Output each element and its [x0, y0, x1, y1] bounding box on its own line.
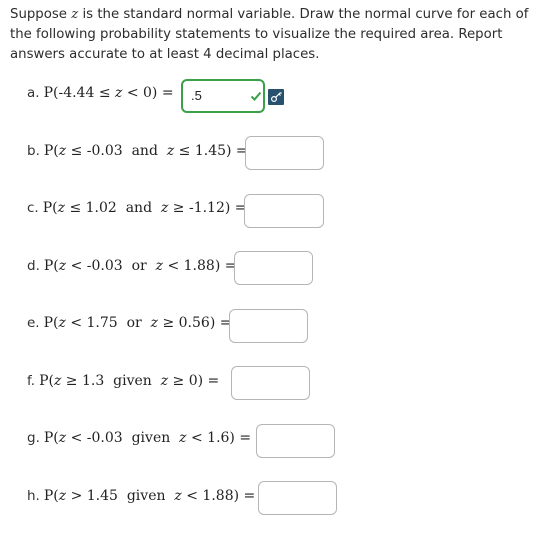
answer-input-h[interactable]: [258, 481, 337, 515]
question-expression: P(z ≤ 1.02 and z ≥ -1.12) =: [42, 200, 247, 216]
question-expression: P(z < 1.75 or z ≥ 0.56) =: [43, 315, 232, 331]
answer-input-e[interactable]: [229, 309, 308, 343]
question-expression: P(z < -0.03 or z < 1.88) =: [43, 258, 237, 274]
answer-input-d[interactable]: [234, 251, 313, 285]
question-d: d. P(z < -0.03 or z < 1.88) =: [27, 258, 237, 274]
question-expression: P(z < -0.03 given z < 1.6) =: [43, 430, 252, 446]
question-letter: a.: [27, 85, 40, 101]
question-expression: P(z ≥ 1.3 given z ≥ 0) =: [39, 373, 220, 389]
question-f: f. P(z ≥ 1.3 given z ≥ 0) =: [27, 373, 220, 389]
check-icon: [250, 91, 262, 101]
question-expression: P(-4.44 ≤ z < 0) =: [43, 85, 174, 101]
question-expression: P(z ≤ -0.03 and z ≤ 1.45) =: [43, 143, 248, 159]
answer-input-f[interactable]: [231, 366, 310, 400]
instructions: Suppose z is the standard normal variabl…: [10, 7, 529, 62]
question-e: e. P(z < 1.75 or z ≥ 0.56) =: [27, 315, 232, 331]
key-icon[interactable]: [268, 89, 284, 105]
answer-input-b[interactable]: [245, 136, 324, 170]
question-g: g. P(z < -0.03 given z < 1.6) =: [27, 430, 252, 446]
question-expression: P(z > 1.45 given z < 1.88) =: [43, 488, 256, 504]
question-c: c. P(z ≤ 1.02 and z ≥ -1.12) =: [27, 200, 247, 216]
answer-input-g[interactable]: [256, 424, 335, 458]
question-b: b. P(z ≤ -0.03 and z ≤ 1.45) =: [27, 143, 248, 159]
question-a: a. P(-4.44 ≤ z < 0) =: [27, 85, 174, 101]
question-h: h. P(z > 1.45 given z < 1.88) =: [27, 488, 256, 504]
answer-input-c[interactable]: [244, 194, 324, 228]
